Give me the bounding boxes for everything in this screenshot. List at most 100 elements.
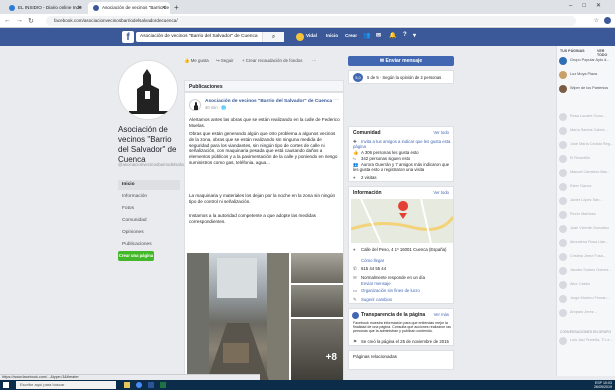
chrome-icon[interactable] [136, 382, 142, 388]
rating-box: 5,0 5 de 5 · Según la opinión de 2 perso… [348, 70, 454, 84]
system-tray[interactable]: ESP 10:03 26/09/2019 [594, 381, 612, 389]
chat-contact[interactable]: Almudena Rosa Llan... [559, 238, 615, 248]
left-nav-community[interactable]: Comunidad [118, 216, 180, 226]
post-author-avatar[interactable] [189, 99, 201, 111]
nav-profile-link[interactable]: Vidal [306, 33, 317, 38]
create-page-button[interactable]: Crear una página [118, 251, 154, 261]
new-tab-button[interactable]: + [174, 3, 179, 12]
page-handle[interactable]: @asociacionvecinosbarriodelsalvadordecue… [118, 162, 211, 168]
more-photos-count: +8 [325, 352, 337, 363]
left-nav-reviews[interactable]: Opiniones [118, 228, 180, 238]
rating-text[interactable]: 5 de 5 · Según la opinión de 2 personas [367, 75, 441, 80]
info-send-message[interactable]: Enviar mensaje [361, 281, 459, 286]
chat-contact[interactable]: Jorge Moreno Fernán... [559, 294, 615, 304]
chat-contact[interactable]: Ester García [559, 182, 615, 192]
post-author-link[interactable]: Asociación de vecinos "Barrio del Salvad… [205, 99, 335, 104]
transparency-text: Facebook muestra información para que en… [353, 321, 451, 334]
browser-tab[interactable]: EL INSIDIO - Diario online Inde ✕ [4, 2, 86, 14]
chat-contact-name: El Rosedillo [570, 156, 591, 160]
post-photo[interactable]: +8 [291, 319, 343, 381]
post-timestamp[interactable]: 40 min · 🌐 [205, 105, 227, 111]
community-see-all[interactable]: Ver todo [433, 130, 449, 135]
community-invite[interactable]: ✚ Invita a tus amigos a indicar que les g… [353, 139, 451, 149]
left-nav-photos[interactable]: Fotos [118, 204, 180, 214]
file-explorer-icon[interactable] [124, 382, 130, 388]
reload-icon[interactable]: ↻ [28, 17, 34, 25]
chat-contact[interactable]: El Rosedillo [559, 154, 615, 164]
facebook-logo-icon[interactable]: f [122, 31, 134, 43]
chat-contact[interactable]: Manuel Carralero Bau... [559, 168, 615, 178]
window-controls[interactable]: –□✕ [569, 2, 611, 9]
left-nav-posts[interactable]: Publicaciones [118, 240, 180, 250]
chat-contact[interactable]: José María Cedido Reg... [559, 140, 615, 150]
browser-tab-active[interactable]: Asociación de vecinos "Barrio de ✕ [88, 2, 170, 14]
nav-create-link[interactable]: Crear [345, 33, 357, 38]
chat-contact[interactable]: Aitor Castro [559, 280, 615, 290]
chat-contact[interactable]: Javier López Sán... [559, 196, 615, 206]
community-friends[interactable]: 👥 Aurora Guerrán y 7 amigos más indicaron… [353, 162, 451, 172]
bookmark-star-icon[interactable]: ☆ [594, 17, 599, 24]
avatar [559, 85, 567, 93]
search-button[interactable]: ⌕ [262, 32, 284, 42]
like-button[interactable]: 👍 Me gusta [184, 58, 209, 64]
nav-home-link[interactable]: Inicio [326, 33, 338, 38]
chat-contact[interactable]: Jacobo Solano Gomez... [559, 266, 615, 276]
friends-icon[interactable]: 👥 [363, 32, 370, 39]
back-arrow-icon[interactable]: ← [4, 17, 11, 24]
suggest-edits[interactable]: ✎ Sugerir cambios [353, 297, 451, 302]
left-nav-home[interactable]: Inicio [118, 180, 180, 190]
notifications-icon[interactable]: 🔔 [389, 32, 396, 39]
chat-contact[interactable]: Amparo Jerez... [559, 308, 615, 318]
forward-arrow-icon[interactable]: → [16, 17, 23, 24]
left-nav-info[interactable]: Información [118, 192, 180, 202]
location-map[interactable] [351, 199, 453, 243]
tab-title: EL INSIDIO - Diario online Inde [18, 5, 82, 10]
chat-contact-name: Jacobo Solano Gomez... [570, 268, 612, 272]
related-pages-title: Páginas relacionadas [353, 354, 397, 359]
group-conversations-label: CONVERSACIONES EN GRUPO [560, 330, 612, 334]
avatar [559, 211, 567, 219]
checkin-icon: ⌖ [353, 175, 356, 180]
more-button[interactable]: ··· [312, 58, 316, 63]
info-see-all[interactable]: Ver todo [433, 190, 449, 195]
follow-button[interactable]: ↪ Seguir [216, 58, 234, 64]
close-tab-icon[interactable]: ✕ [78, 5, 82, 11]
post-photo[interactable] [291, 253, 343, 283]
chat-contact[interactable]: Cristina Jerez Fusa... [559, 252, 615, 262]
chat-contact[interactable]: Rosa Lucarte Gonz... [559, 112, 615, 122]
url-input[interactable]: facebook.com/asociacionvecinosbarriodels… [46, 16, 576, 26]
fundraiser-button[interactable]: + Crear recaudación de fondos [242, 58, 302, 63]
post-photo[interactable] [291, 285, 343, 317]
word-icon[interactable] [148, 382, 154, 388]
excel-icon[interactable] [160, 382, 166, 388]
profile-avatar-icon[interactable] [604, 17, 611, 24]
chat-contact[interactable]: Wiper de los Partenios [559, 84, 615, 94]
messenger-icon[interactable]: ✉ [376, 32, 381, 39]
send-message-button[interactable]: ✉ Enviar mensaje [348, 56, 454, 66]
windows-start-icon[interactable] [3, 382, 9, 388]
chat-contact-name: Rosa Lucarte Gonz... [570, 114, 606, 118]
community-visits: ⌖ 2 visitas [353, 175, 377, 180]
chevron-down-icon[interactable]: ▾ [413, 32, 416, 39]
user-avatar[interactable] [296, 33, 304, 41]
page-profile-picture[interactable] [118, 60, 178, 120]
post-photo[interactable] [187, 253, 289, 381]
chat-contact[interactable]: Grupo Popular Ayto d... [559, 56, 615, 66]
taskbar-search-input[interactable]: Escribe aquí para buscar [16, 381, 116, 389]
close-tab-icon[interactable]: ✕ [162, 5, 166, 11]
chat-contact[interactable]: Luz Moya Plaza [559, 70, 615, 80]
post-paragraph: Obras que están generando algún que otro… [189, 131, 338, 165]
chat-contact[interactable]: María Santos Cabez... [559, 126, 615, 136]
transparency-see-more[interactable]: Ver más [434, 312, 449, 317]
related-pages-box: Páginas relacionadas [348, 350, 454, 370]
info-category[interactable]: ▭ Organización sin fines de lucro [353, 288, 451, 293]
chat-contact[interactable]: Rocío Martínez [559, 210, 615, 220]
avatar [559, 127, 567, 135]
chat-contact[interactable]: Luis Javi Temeña, Ti Le... [559, 336, 615, 346]
help-icon[interactable]: ? [403, 32, 407, 38]
post-options-icon[interactable]: ··· [333, 97, 339, 103]
chat-contact[interactable]: Juan Vicente González [559, 224, 615, 234]
avatar [559, 267, 567, 275]
info-response: ✉ Normalmente responde en un día [353, 275, 426, 280]
directions-link[interactable]: Cómo llegar [361, 258, 459, 263]
